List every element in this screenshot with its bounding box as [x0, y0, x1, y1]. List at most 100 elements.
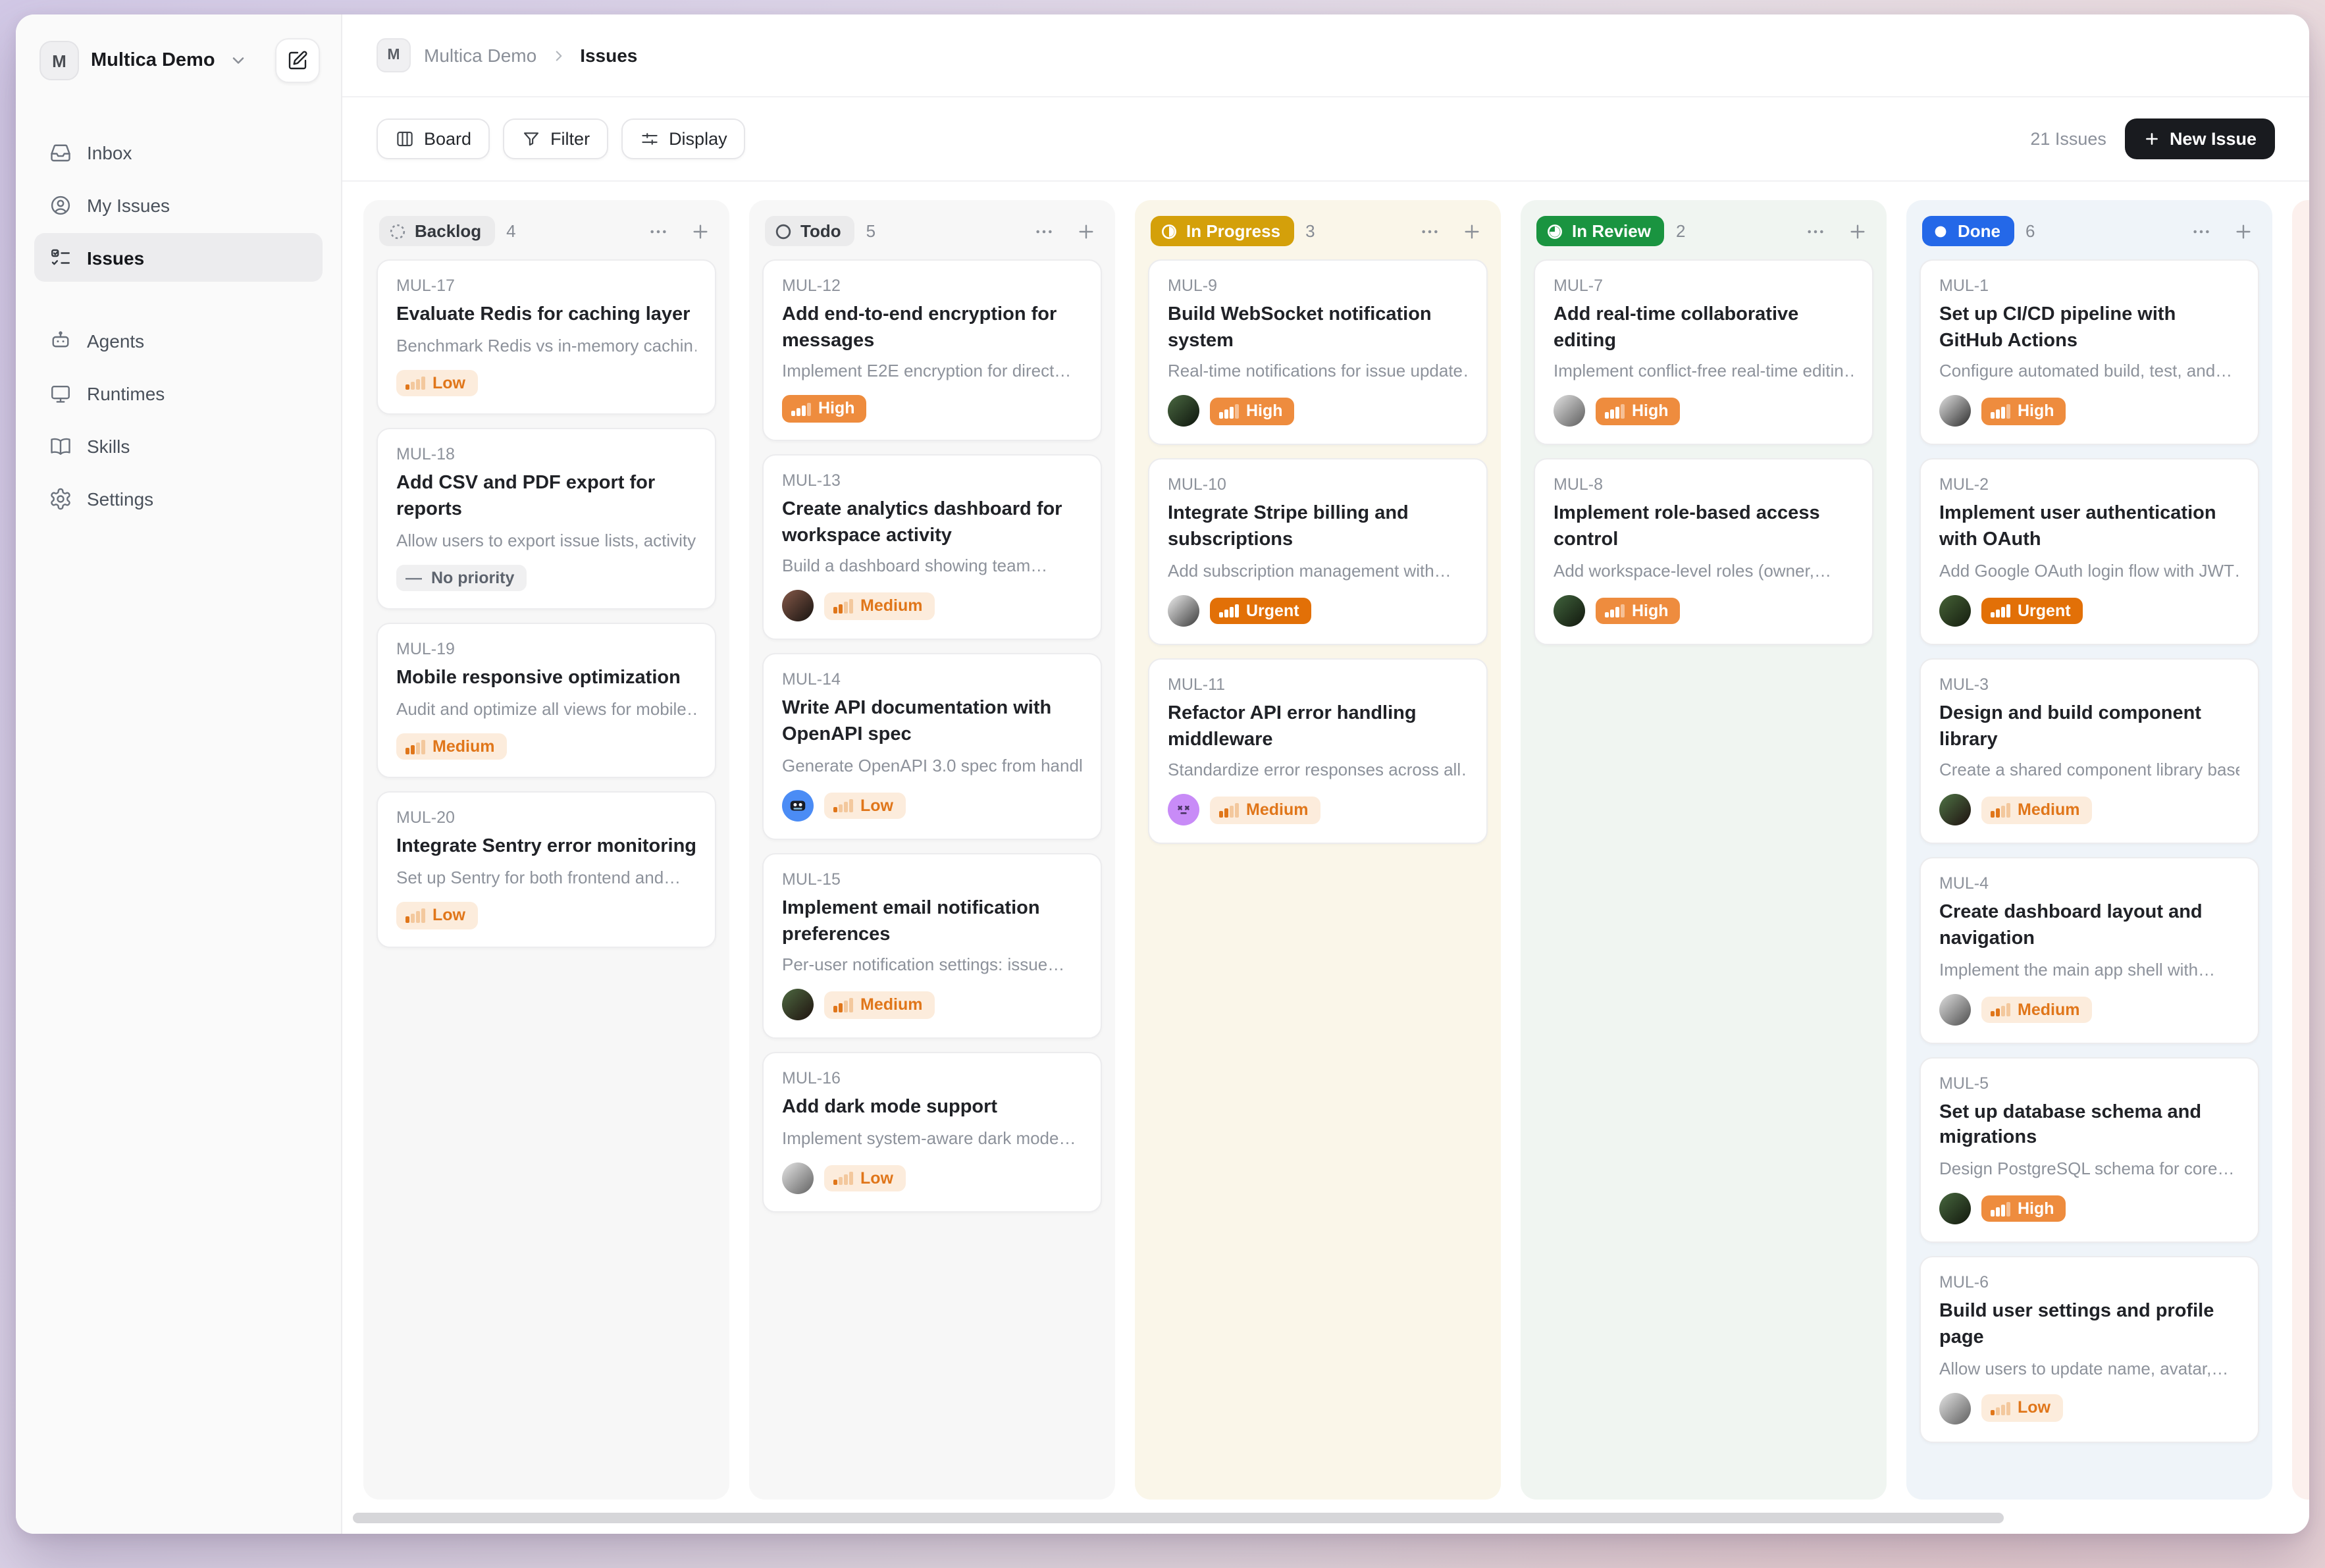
priority-bars-icon [1991, 604, 2010, 618]
issue-card[interactable]: MUL-5 Set up database schema and migrati… [1920, 1057, 2259, 1243]
column-label: Done [1958, 221, 2000, 241]
priority-badge: High [1981, 1195, 2066, 1222]
assignee-avatar [1939, 595, 1971, 627]
column-label: Todo [800, 221, 841, 241]
issue-title: Set up CI/CD pipeline with GitHub Action… [1939, 303, 2239, 355]
column-add-button[interactable] [1847, 221, 1868, 242]
issue-description: Audit and optimize all views for mobile… [396, 699, 696, 719]
robot-icon [49, 328, 72, 352]
column-cards: MUL-12 Add end-to-end encryption for mes… [762, 259, 1102, 1213]
issue-meta: Low [396, 369, 696, 396]
horizontal-scrollbar[interactable] [342, 1507, 2309, 1534]
new-issue-button[interactable]: New Issue [2125, 118, 2275, 159]
issue-title: Implement email notification preferences [782, 897, 1082, 949]
issue-card[interactable]: MUL-19 Mobile responsive optimization Au… [377, 623, 716, 778]
column-add-button[interactable] [1461, 221, 1482, 242]
priority-badge: Low [824, 792, 905, 819]
issue-card[interactable]: MUL-15 Implement email notification pref… [762, 853, 1102, 1039]
column-add-button[interactable] [1076, 221, 1097, 242]
column-more-button[interactable] [1805, 221, 1826, 242]
issue-description: Create a shared component library base… [1939, 760, 2239, 780]
issue-card[interactable]: MUL-7 Add real-time collaborative editin… [1534, 259, 1873, 446]
column-count: 5 [866, 221, 875, 241]
issue-card[interactable]: MUL-2 Implement user authentication with… [1920, 459, 2259, 645]
column-status-pill[interactable]: Todo [765, 216, 854, 246]
issue-card[interactable]: MUL-8 Implement role-based access contro… [1534, 459, 1873, 645]
issue-description: Allow users to update name, avatar,… [1939, 1358, 2239, 1378]
column-status-pill[interactable]: Backlog [379, 216, 494, 246]
issue-description: Add subscription management with… [1168, 561, 1468, 581]
issue-id: MUL-12 [782, 276, 1082, 295]
issue-meta: Low [782, 790, 1082, 822]
display-view-button[interactable]: Display [621, 118, 746, 159]
sidebar-item-label: Settings [87, 488, 153, 509]
priority-badge: Urgent [1210, 597, 1311, 624]
issue-meta: High [1554, 595, 1854, 627]
sidebar-group: Agents Runtimes Skills Settings [34, 316, 323, 523]
column-status-pill[interactable]: In Review [1536, 216, 1664, 246]
issue-meta: Medium [1939, 994, 2239, 1026]
workspace-switcher[interactable]: M Multica Demo [34, 36, 323, 83]
issue-card[interactable]: MUL-18 Add CSV and PDF export for report… [377, 428, 716, 610]
issue-card[interactable]: MUL-3 Design and build component library… [1920, 658, 2259, 845]
chevron-down-icon[interactable] [230, 51, 248, 70]
column-more-button[interactable] [2191, 221, 2212, 242]
issue-description: Implement E2E encryption for direct… [782, 361, 1082, 381]
issue-card[interactable]: MUL-16 Add dark mode support Implement s… [762, 1053, 1102, 1213]
sidebar-item-inbox[interactable]: Inbox [34, 128, 323, 176]
sidebar-item-skills[interactable]: Skills [34, 421, 323, 470]
breadcrumb: M Multica Demo Issues [342, 14, 2309, 97]
board-view-button[interactable]: Board [377, 118, 490, 159]
column-count: 2 [1676, 221, 1685, 241]
filter-view-button[interactable]: Filter [503, 118, 608, 159]
issue-card[interactable]: MUL-4 Create dashboard layout and naviga… [1920, 858, 2259, 1044]
priority-badge: Medium [396, 733, 506, 760]
issue-card[interactable]: MUL-11 Refactor API error handling middl… [1148, 658, 1488, 845]
priority-badge: High [1596, 597, 1681, 624]
workspace-name[interactable]: Multica Demo [91, 50, 215, 71]
issue-card[interactable]: MUL-20 Integrate Sentry error monitoring… [377, 792, 716, 947]
issue-card[interactable]: MUL-14 Write API documentation with Open… [762, 654, 1102, 840]
issue-card[interactable]: MUL-10 Integrate Stripe billing and subs… [1148, 459, 1488, 645]
issue-card[interactable]: MUL-6 Build user settings and profile pa… [1920, 1256, 2259, 1442]
sidebar-item-label: Inbox [87, 142, 132, 163]
priority-label: Low [860, 797, 893, 814]
column-more-button[interactable] [648, 221, 669, 242]
main-area: M Multica Demo Issues Board Filter Displ… [342, 14, 2309, 1534]
issue-description: Implement the main app shell with… [1939, 960, 2239, 980]
issue-card[interactable]: MUL-12 Add end-to-end encryption for mes… [762, 259, 1102, 441]
circle-icon [774, 222, 793, 240]
breadcrumb-workspace[interactable]: Multica Demo [424, 45, 536, 66]
issue-card[interactable]: MUL-13 Create analytics dashboard for wo… [762, 454, 1102, 640]
priority-badge: High [1596, 398, 1681, 425]
issue-card[interactable]: MUL-17 Evaluate Redis for caching layer … [377, 259, 716, 415]
column-header: Backlog 4 [377, 213, 716, 259]
column-add-button[interactable] [690, 221, 711, 242]
three-quarter-clock-icon [1546, 222, 1564, 240]
issue-title: Create analytics dashboard for workspace… [782, 498, 1082, 550]
column-add-button[interactable] [2233, 221, 2254, 242]
sidebar-item-my-issues[interactable]: My Issues [34, 180, 323, 229]
board-icon [395, 129, 415, 149]
sidebar-item-runtimes[interactable]: Runtimes [34, 369, 323, 417]
sidebar-item-issues[interactable]: Issues [34, 233, 323, 282]
issue-card[interactable]: MUL-1 Set up CI/CD pipeline with GitHub … [1920, 259, 2259, 446]
column-cards: MUL-17 Evaluate Redis for caching layer … [377, 259, 716, 947]
issue-card[interactable]: MUL-9 Build WebSocket notification syste… [1148, 259, 1488, 446]
column-status-pill[interactable]: Done [1922, 216, 2014, 246]
issue-description: Add workspace-level roles (owner,… [1554, 561, 1854, 581]
issue-title: Implement role-based access control [1554, 502, 1854, 554]
column-status-pill[interactable]: In Progress [1151, 216, 1293, 246]
sidebar-item-agents[interactable]: Agents [34, 316, 323, 365]
scrollbar-thumb[interactable] [353, 1513, 2004, 1523]
priority-label: Urgent [1246, 602, 1299, 619]
assignee-avatar [1168, 795, 1199, 826]
assignee-avatar [1554, 396, 1585, 427]
workspace-avatar[interactable]: M [39, 41, 79, 80]
column-more-button[interactable] [1419, 221, 1440, 242]
column-more-button[interactable] [1033, 221, 1055, 242]
priority-label: Medium [2018, 1001, 2079, 1018]
sidebar-item-settings[interactable]: Settings [34, 474, 323, 523]
compose-button[interactable] [275, 38, 320, 83]
priority-label: High [1246, 403, 1283, 419]
